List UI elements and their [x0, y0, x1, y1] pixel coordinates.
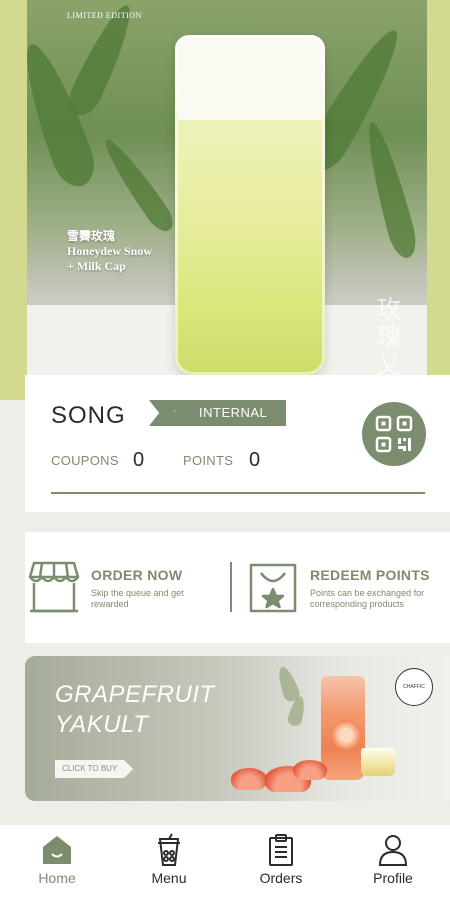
nav-profile[interactable]: Profile	[348, 825, 438, 900]
home-icon	[43, 836, 71, 864]
points-label[interactable]: POINTS	[183, 453, 233, 468]
product-name-chinese: 雪霽玫瑰	[67, 229, 116, 243]
tier-badge: INTERNAL	[149, 400, 286, 426]
honeydew-drink-image	[175, 35, 325, 375]
promo-title-line2: YAKULT	[55, 711, 149, 738]
drink-cup-icon	[158, 833, 180, 866]
nav-orders-label: Orders	[259, 870, 303, 886]
order-now-title: ORDER NOW	[91, 567, 183, 583]
storefront-icon	[28, 561, 80, 613]
nav-home[interactable]: Home	[12, 825, 102, 900]
promo-banner[interactable]: CHAFFIC GRAPEFRUIT YAKULT CLICK TO BUY	[25, 656, 450, 801]
chinese-watermark: 玫瑰乂	[377, 295, 401, 379]
leaf-decoration	[97, 133, 179, 237]
card-divider	[51, 492, 425, 494]
product-name-line1: Honeydew Snow	[67, 244, 153, 258]
hero-side-panel-left	[0, 0, 27, 400]
shopping-bag-star-icon	[249, 563, 297, 613]
quick-actions: ORDER NOW Skip the queue and get rewarde…	[25, 532, 450, 643]
member-name: SONG	[51, 402, 126, 429]
brand-logo: CHAFFIC	[395, 668, 433, 706]
grapefruit-halves	[293, 760, 327, 780]
nav-menu[interactable]: Menu	[124, 825, 214, 900]
hero-banner[interactable]: LIMITED EDITION 雪霽玫瑰 Honeydew Snow + Mil…	[27, 0, 427, 380]
redeem-points-title: REDEEM POINTS	[310, 567, 430, 583]
promo-title: GRAPEFRUIT YAKULT	[55, 680, 215, 740]
hero-product-name: 雪霽玫瑰 Honeydew Snow + Milk Cap	[67, 229, 152, 274]
limited-edition-label: LIMITED EDITION	[67, 11, 142, 20]
qr-code-button[interactable]	[362, 402, 426, 466]
person-icon	[378, 835, 408, 866]
yakult-glass-image	[361, 748, 395, 776]
redeem-points-description: Points can be exchanged for correspondin…	[310, 588, 425, 609]
coupons-value[interactable]: 0	[133, 449, 144, 472]
qr-code-icon	[375, 415, 413, 453]
actions-divider	[230, 562, 232, 612]
coupons-label[interactable]: COUPONS	[51, 453, 119, 468]
order-now-description: Skip the queue and get rewarded	[91, 588, 184, 609]
milk-cap-foam	[178, 38, 322, 120]
clipboard-icon	[269, 834, 293, 866]
tier-label: INTERNAL	[175, 400, 286, 426]
nav-orders[interactable]: Orders	[236, 825, 326, 900]
member-card: SONG INTERNAL COUPONS 0 POINTS 0	[25, 375, 450, 512]
grapefruit-halves	[231, 768, 267, 790]
hero-side-panel-right	[427, 0, 450, 400]
nav-profile-label: Profile	[373, 870, 413, 886]
points-value[interactable]: 0	[249, 449, 260, 472]
product-name-line2: + Milk Cap	[67, 259, 126, 273]
click-to-buy-button[interactable]: CLICK TO BUY	[55, 760, 134, 778]
nav-menu-label: Menu	[151, 870, 187, 886]
nav-home-label: Home	[38, 870, 76, 886]
grapefruit-slice	[331, 720, 361, 750]
bottom-navigation: Home Menu Orders Profile	[0, 825, 450, 900]
leaf-decoration	[359, 119, 421, 261]
promo-title-line1: GRAPEFRUIT	[55, 681, 215, 708]
